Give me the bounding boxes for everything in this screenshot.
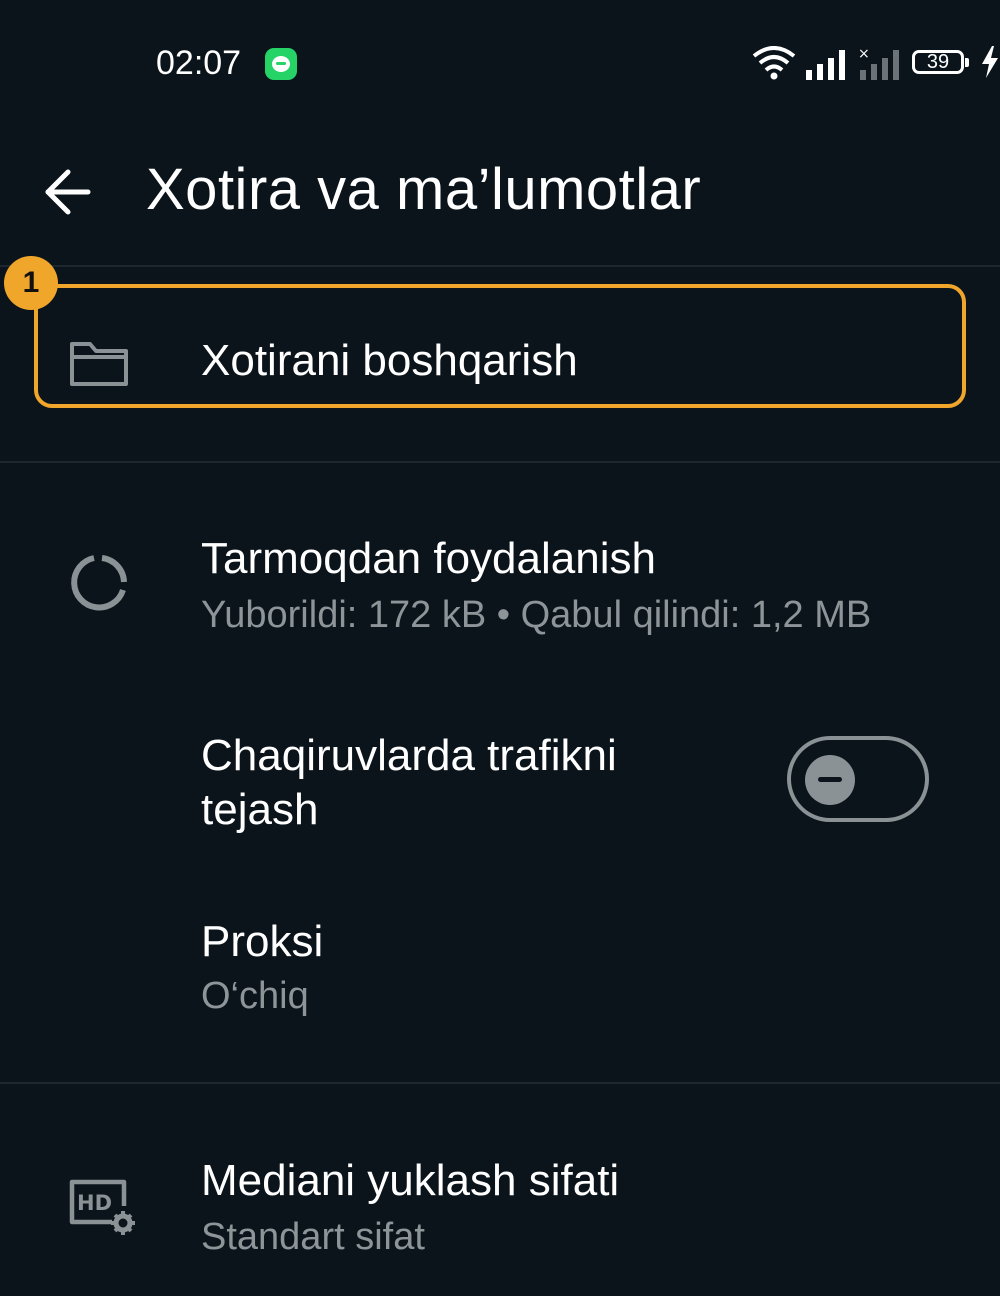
wifi-icon bbox=[752, 46, 796, 80]
step-badge: 1 bbox=[4, 256, 58, 310]
toggle-knob bbox=[805, 755, 855, 805]
signal-icon bbox=[806, 50, 845, 80]
charging-icon bbox=[982, 46, 998, 78]
hd-settings-icon: HD bbox=[69, 1179, 135, 1235]
svg-text:HD: HD bbox=[77, 1191, 112, 1215]
highlight-box bbox=[34, 284, 966, 408]
app-bar: Xotira va ma’lumotlar bbox=[0, 130, 1000, 265]
call-data-saver-label-line2: tejash bbox=[201, 785, 319, 834]
network-usage-summary: Yuborildi: 172 kB • Qabul qilindi: 1,2 M… bbox=[201, 594, 872, 636]
media-upload-quality-label: Mediani yuklash sifati bbox=[201, 1156, 620, 1205]
proxy-label: Proksi bbox=[201, 917, 324, 966]
proxy-status: O‘chiq bbox=[201, 975, 309, 1017]
signal-no-service-icon: × bbox=[858, 46, 899, 80]
status-time: 02:07 bbox=[156, 44, 242, 82]
page-title: Xotira va ma’lumotlar bbox=[146, 157, 702, 222]
call-data-saver-label-line1: Chaqiruvlarda trafikni bbox=[201, 731, 617, 780]
divider bbox=[0, 461, 1000, 463]
media-upload-quality-item[interactable]: HD Mediani yuklash sifati Standart sifat bbox=[0, 1120, 1000, 1290]
divider bbox=[0, 1082, 1000, 1084]
arrow-left-icon[interactable] bbox=[42, 166, 94, 218]
network-usage-label: Tarmoqdan foydalanish bbox=[201, 534, 656, 583]
network-usage-item[interactable]: Tarmoqdan foydalanish Yuborildi: 172 kB … bbox=[0, 500, 1000, 660]
svg-text:×: × bbox=[858, 46, 870, 62]
battery-icon: 39 bbox=[912, 50, 969, 74]
proxy-item[interactable]: Proksi O‘chiq bbox=[0, 895, 1000, 1045]
data-usage-icon bbox=[71, 555, 127, 611]
divider bbox=[0, 265, 1000, 267]
status-bar: 02:07 × 39 bbox=[0, 0, 1000, 130]
media-upload-quality-value: Standart sifat bbox=[201, 1216, 425, 1258]
whatsapp-notification-icon bbox=[265, 48, 297, 80]
call-data-saver-toggle[interactable] bbox=[787, 736, 929, 822]
battery-level: 39 bbox=[926, 51, 950, 73]
